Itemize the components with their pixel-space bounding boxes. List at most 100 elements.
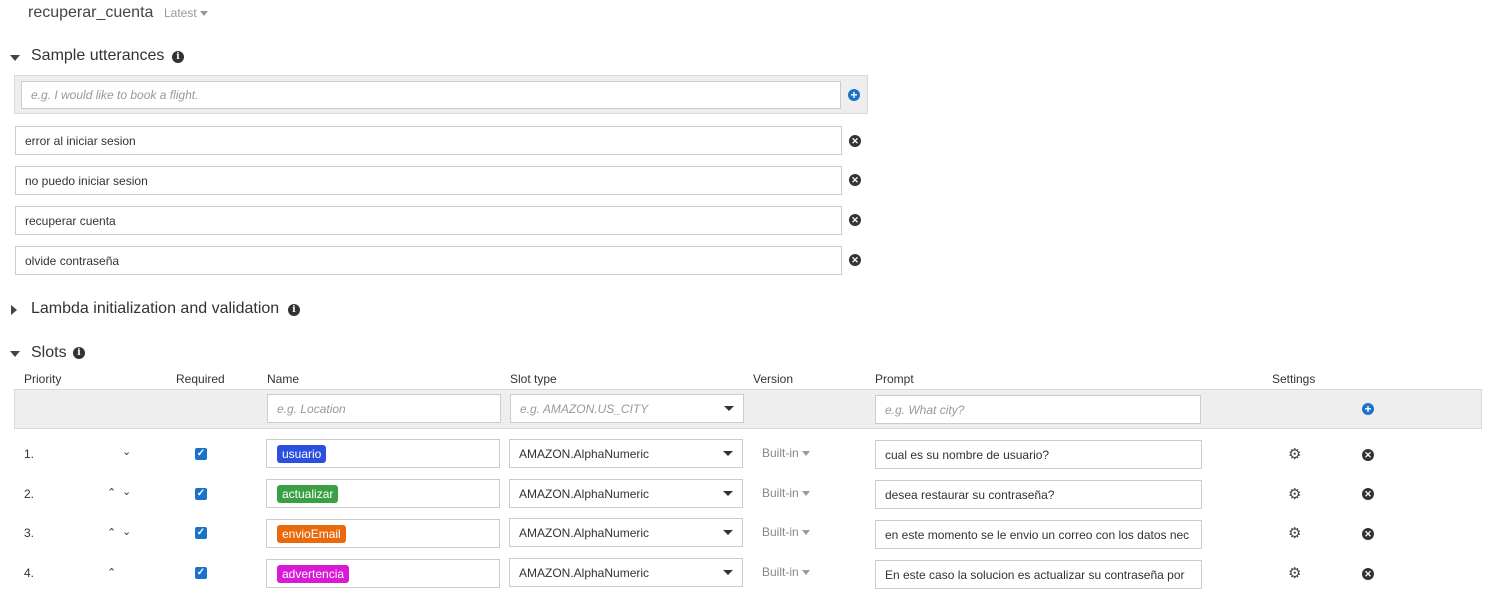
add-slot-icon[interactable]: + (1362, 403, 1374, 415)
move-down-icon[interactable]: ⌄ (122, 445, 131, 458)
info-icon[interactable]: i (172, 51, 184, 63)
slot-prompt-text: desea restaurar su contraseña? (885, 487, 1055, 502)
add-utterance-icon[interactable]: + (848, 89, 860, 101)
move-down-icon[interactable]: ⌄ (122, 525, 131, 538)
slot-priority: 2. (24, 487, 35, 501)
gear-icon[interactable]: ⚙ (1288, 526, 1301, 541)
slot-type-placeholder: e.g. AMAZON.US_CITY (520, 401, 649, 416)
slot-prompt-input[interactable]: cual es su nombre de usuario? (875, 440, 1202, 469)
slot-version-label: Built-in (762, 446, 799, 460)
slot-name-input[interactable]: advertencia (266, 559, 500, 588)
remove-utterance-icon[interactable]: ✕ (849, 135, 861, 147)
slot-prompt-text: cual es su nombre de usuario? (885, 447, 1050, 462)
version-label: Latest (164, 6, 197, 20)
name-column-header: Name (267, 372, 300, 386)
caret-down-icon (801, 570, 810, 576)
slot-prompt-text: En este caso la solucion es actualizar s… (885, 567, 1185, 582)
slot-prompt-input[interactable]: En este caso la solucion es actualizar s… (875, 560, 1202, 589)
remove-slot-icon[interactable]: ✕ (1362, 449, 1374, 461)
caret-down-icon (801, 530, 810, 536)
move-down-icon[interactable]: ⌄ (122, 485, 131, 498)
move-up-icon[interactable]: ⌃ (107, 486, 116, 499)
utterance-text: olvide contraseña (25, 253, 120, 268)
slot-version-label: Built-in (762, 565, 799, 579)
sample-utterances-heading: Sample utterances (31, 47, 165, 64)
slot-type-select[interactable]: AMAZON.AlphaNumeric (509, 439, 743, 468)
expand-toggle-icon[interactable] (11, 305, 17, 315)
slot-name-pill: usuario (277, 444, 327, 463)
slot-version-label: Built-in (762, 525, 799, 539)
slot-name-input[interactable]: envioEmail (266, 519, 500, 548)
slot-prompt-input[interactable]: en este momento se le envio un correo co… (875, 520, 1202, 549)
gear-icon[interactable]: ⚙ (1288, 447, 1301, 462)
caret-down-icon (723, 491, 733, 496)
utterance-item[interactable]: error al iniciar sesion (15, 126, 842, 155)
settings-column-header: Settings (1272, 372, 1316, 386)
slot-priority: 1. (24, 447, 35, 461)
collapse-toggle-icon[interactable] (10, 55, 20, 61)
new-slot-prompt-input[interactable]: e.g. What city? (875, 395, 1201, 424)
slot-prompt-input[interactable]: desea restaurar su contraseña? (875, 480, 1202, 509)
caret-down-icon (723, 451, 733, 456)
info-icon[interactable]: i (288, 304, 300, 316)
slot-type-value: AMAZON.AlphaNumeric (519, 525, 650, 540)
remove-slot-icon[interactable]: ✕ (1362, 568, 1374, 580)
utterance-text: recuperar cuenta (25, 213, 116, 228)
slot-type-value: AMAZON.AlphaNumeric (519, 565, 650, 580)
intent-name: recuperar_cuenta (28, 4, 154, 21)
utterance-text: error al iniciar sesion (25, 133, 136, 148)
gear-icon[interactable]: ⚙ (1288, 487, 1301, 502)
required-column-header: Required (176, 372, 225, 386)
caret-down-icon (723, 570, 733, 575)
slot-version-dropdown[interactable]: Built-in (762, 525, 810, 539)
slot-type-column-header: Slot type (510, 372, 557, 386)
new-slot-type-select[interactable]: e.g. AMAZON.US_CITY (510, 394, 744, 423)
caret-down-icon (723, 530, 733, 535)
slot-version-label: Built-in (762, 486, 799, 500)
gear-icon[interactable]: ⚙ (1288, 566, 1301, 581)
slot-type-select[interactable]: AMAZON.AlphaNumeric (509, 558, 743, 587)
required-checkbox[interactable]: ✓ (195, 448, 207, 460)
slot-name-pill: actualizar (277, 484, 339, 503)
slot-type-value: AMAZON.AlphaNumeric (519, 486, 650, 501)
slot-version-dropdown[interactable]: Built-in (762, 486, 810, 500)
slot-version-dropdown[interactable]: Built-in (762, 565, 810, 579)
move-up-icon[interactable]: ⌃ (107, 566, 116, 579)
new-slot-row (14, 389, 1482, 429)
info-icon[interactable]: i (73, 347, 85, 359)
utterance-item[interactable]: recuperar cuenta (15, 206, 842, 235)
required-checkbox[interactable]: ✓ (195, 567, 207, 579)
slot-type-select[interactable]: AMAZON.AlphaNumeric (509, 479, 743, 508)
remove-utterance-icon[interactable]: ✕ (849, 174, 861, 186)
version-column-header: Version (753, 372, 794, 386)
new-utterance-input[interactable]: e.g. I would like to book a flight. (21, 81, 841, 109)
slot-name-input[interactable]: usuario (266, 439, 500, 468)
utterance-item[interactable]: no puedo iniciar sesion (15, 166, 842, 195)
utterance-item[interactable]: olvide contraseña (15, 246, 842, 275)
caret-down-icon (724, 406, 734, 411)
new-slot-name-input[interactable]: e.g. Location (267, 394, 501, 423)
remove-slot-icon[interactable]: ✕ (1362, 488, 1374, 500)
slot-name-pill: advertencia (277, 564, 350, 583)
slot-name-input[interactable]: actualizar (266, 479, 500, 508)
slot-prompt-placeholder: e.g. What city? (885, 402, 965, 417)
priority-column-header: Priority (24, 372, 62, 386)
remove-utterance-icon[interactable]: ✕ (849, 214, 861, 226)
utterance-placeholder: e.g. I would like to book a flight. (31, 88, 199, 102)
slot-version-dropdown[interactable]: Built-in (762, 446, 810, 460)
caret-down-icon (199, 11, 208, 17)
slot-priority: 3. (24, 526, 35, 540)
caret-down-icon (801, 491, 810, 497)
version-dropdown[interactable]: Latest (164, 6, 208, 20)
caret-down-icon (801, 451, 810, 457)
move-up-icon[interactable]: ⌃ (107, 526, 116, 539)
slot-type-select[interactable]: AMAZON.AlphaNumeric (509, 518, 743, 547)
lambda-heading[interactable]: Lambda initialization and validation (31, 300, 279, 318)
remove-slot-icon[interactable]: ✕ (1362, 528, 1374, 540)
slot-name-placeholder: e.g. Location (277, 401, 346, 416)
collapse-toggle-icon[interactable] (10, 351, 20, 357)
required-checkbox[interactable]: ✓ (195, 527, 207, 539)
prompt-column-header: Prompt (875, 372, 914, 386)
remove-utterance-icon[interactable]: ✕ (849, 254, 861, 266)
required-checkbox[interactable]: ✓ (195, 488, 207, 500)
